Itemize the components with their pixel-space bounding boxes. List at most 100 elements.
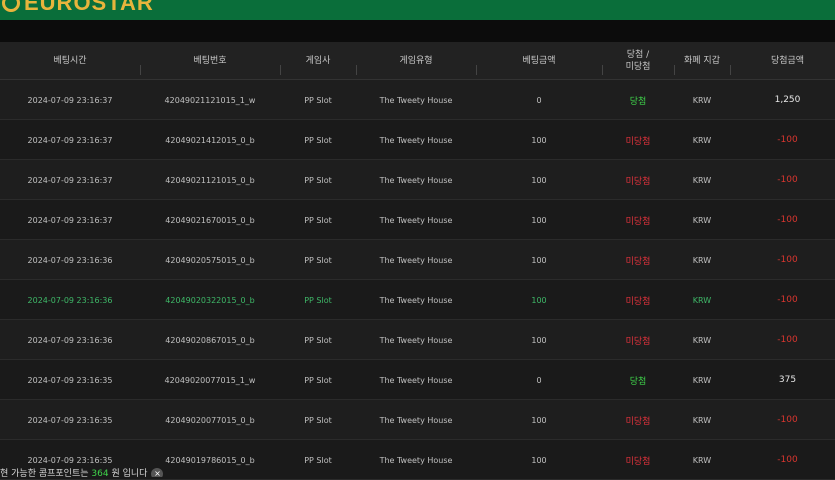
cell-result: 미당첨 <box>625 176 651 187</box>
cell-currency: KRW <box>692 455 712 465</box>
cell-provider: PP Slot <box>304 175 332 185</box>
col-bet-amount: 베팅금액 <box>522 56 556 66</box>
cell-bet-amount: 100 <box>531 215 547 225</box>
table-row[interactable]: 2024-07-09 23:16:35 42049020077015_1_w PP … <box>0 360 835 400</box>
cell-result: 미당첨 <box>625 296 651 307</box>
cell-currency: KRW <box>692 175 712 185</box>
logo-text: EUROSTAR <box>24 0 154 15</box>
cell-bet-time: 2024-07-09 23:16:37 <box>27 135 113 145</box>
cell-currency: KRW <box>692 255 712 265</box>
table-row[interactable]: 2024-07-09 23:16:37 42049021412015_0_b PP … <box>0 120 835 160</box>
cell-game-type: The Tweety House <box>379 215 453 225</box>
logo-ring-icon <box>2 0 20 12</box>
cell-payout: -100 <box>777 295 798 305</box>
cell-currency: KRW <box>692 335 712 345</box>
col-result-line2: 미당첨 <box>625 62 651 72</box>
cell-bet-amount: 100 <box>531 295 547 305</box>
cell-game-type: The Tweety House <box>379 255 453 265</box>
cell-result: 미당첨 <box>625 416 651 427</box>
col-payout: 당첨금액 <box>770 56 805 66</box>
notice-suffix: 원 입니다 <box>108 469 148 477</box>
cell-bet-amount: 0 <box>536 375 542 385</box>
col-game-type: 게임유형 <box>399 56 433 66</box>
cell-provider: PP Slot <box>304 215 332 225</box>
cell-game-type: The Tweety House <box>379 375 453 385</box>
cell-bet-number: 42049021670015_0_b <box>165 215 255 225</box>
cell-currency: KRW <box>692 95 712 105</box>
cell-currency: KRW <box>692 375 712 385</box>
cell-game-type: The Tweety House <box>379 415 453 425</box>
cell-payout: -100 <box>777 135 798 145</box>
cell-payout: -100 <box>777 455 798 465</box>
cell-currency: KRW <box>692 295 712 305</box>
cell-payout: -100 <box>777 175 798 185</box>
cell-bet-amount: 100 <box>531 415 547 425</box>
notice-prefix: 현 가능한 콤프포인트는 <box>0 469 92 477</box>
cell-provider: PP Slot <box>304 415 332 425</box>
cell-result: 미당첨 <box>625 336 651 347</box>
close-icon[interactable]: × <box>151 468 164 477</box>
cell-bet-amount: 100 <box>531 255 547 265</box>
cell-provider: PP Slot <box>304 295 332 305</box>
cell-result: 미당첨 <box>625 256 651 267</box>
col-bet-time: 베팅시간 <box>53 56 87 66</box>
cell-result: 당첨 <box>629 96 647 107</box>
table-row[interactable]: 2024-07-09 23:16:36 42049020867015_0_b PP … <box>0 320 835 360</box>
cell-game-type: The Tweety House <box>379 135 453 145</box>
cell-provider: PP Slot <box>304 95 332 105</box>
cell-bet-amount: 100 <box>531 455 547 465</box>
comp-point-notice: 현 가능한 콤프포인트는 364 원 입니다 × <box>0 466 300 477</box>
cell-bet-number: 42049020867015_0_b <box>165 335 255 345</box>
cell-bet-time: 2024-07-09 23:16:36 <box>27 255 113 265</box>
cell-game-type: The Tweety House <box>379 175 453 185</box>
cell-currency: KRW <box>692 135 712 145</box>
cell-game-type: The Tweety House <box>379 295 453 305</box>
table-row[interactable]: 2024-07-09 23:16:37 42049021121015_1_w PP … <box>0 80 835 120</box>
cell-bet-time: 2024-07-09 23:16:37 <box>27 215 113 225</box>
cell-provider: PP Slot <box>304 335 332 345</box>
cell-bet-number: 42049021412015_0_b <box>165 135 255 145</box>
cell-currency: KRW <box>692 215 712 225</box>
cell-bet-time: 2024-07-09 23:16:36 <box>27 335 113 345</box>
cell-payout: -100 <box>777 415 798 425</box>
cell-bet-time: 2024-07-09 23:16:37 <box>27 175 113 185</box>
cell-bet-number: 42049020077015_0_b <box>165 415 255 425</box>
table-row[interactable]: 2024-07-09 23:16:37 42049021121015_0_b PP … <box>0 160 835 200</box>
notice-count: 364 <box>91 469 109 477</box>
col-result: 당첨 / 미당첨 <box>602 42 674 80</box>
cell-game-type: The Tweety House <box>379 95 453 105</box>
cell-currency: KRW <box>692 415 712 425</box>
cell-payout: 375 <box>778 375 797 385</box>
cell-bet-number: 42049020575015_0_b <box>165 255 255 265</box>
cell-bet-time: 2024-07-09 23:16:36 <box>27 295 113 305</box>
cell-payout: 1,250 <box>774 95 801 105</box>
table-row[interactable]: 2024-07-09 23:16:35 42049020077015_0_b PP … <box>0 400 835 440</box>
cell-payout: -100 <box>777 215 798 225</box>
col-provider: 게임사 <box>305 56 331 66</box>
table-row[interactable]: 2024-07-09 23:16:37 42049021670015_0_b PP … <box>0 200 835 240</box>
cell-bet-number: 42049020077015_1_w <box>164 375 256 385</box>
col-currency: 화폐 지갑 <box>684 56 720 66</box>
cell-bet-amount: 100 <box>531 335 547 345</box>
cell-provider: PP Slot <box>304 375 332 385</box>
table-header: 베팅시간 베팅번호 게임사 게임유형 베팅금액 당첨 / 미당첨 화폐 지갑 당… <box>0 42 835 80</box>
cell-game-type: The Tweety House <box>379 455 453 465</box>
table-row[interactable]: 2024-07-09 23:16:36 42049020322015_0_b PP … <box>0 280 835 320</box>
cell-bet-time: 2024-07-09 23:16:37 <box>27 95 113 105</box>
cell-bet-number: 42049021121015_1_w <box>164 95 256 105</box>
cell-result: 당첨 <box>629 376 647 387</box>
sub-header-bar <box>0 20 835 42</box>
cell-bet-time: 2024-07-09 23:16:35 <box>27 415 113 425</box>
top-navigation-bar: EUROSTAR <box>0 0 835 20</box>
cell-bet-amount: 100 <box>531 175 547 185</box>
cell-game-type: The Tweety House <box>379 335 453 345</box>
cell-bet-amount: 100 <box>531 135 547 145</box>
table-row[interactable]: 2024-07-09 23:16:36 42049020575015_0_b PP … <box>0 240 835 280</box>
cell-bet-number: 42049021121015_0_b <box>165 175 255 185</box>
cell-payout: -100 <box>777 335 798 345</box>
eurostar-logo[interactable]: EUROSTAR <box>2 0 154 16</box>
cell-result: 미당첨 <box>625 216 651 227</box>
cell-bet-amount: 0 <box>536 95 542 105</box>
cell-bet-number: 42049020322015_0_b <box>165 295 255 305</box>
cell-provider: PP Slot <box>304 255 332 265</box>
